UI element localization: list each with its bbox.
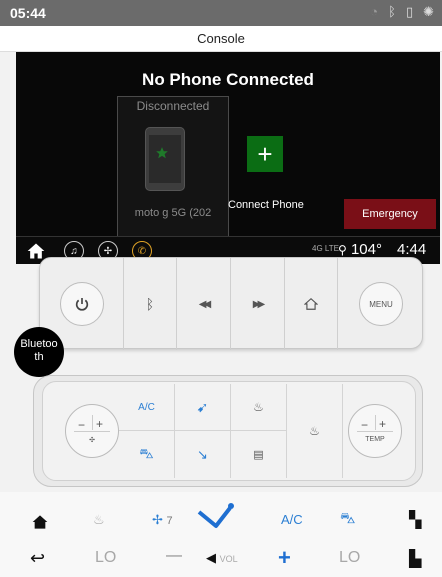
rear-defrost-icon: ▤ [253,449,264,461]
volume-indicator: ◀ VOL [206,550,238,566]
menu-button[interactable]: MENU [338,258,424,350]
add-phone-button[interactable]: + [247,136,283,172]
recirculation-icon[interactable]: ⛍ [340,510,355,529]
phone-device-icon [145,127,185,191]
floor-vent-button[interactable]: ↘ [175,431,231,478]
network-indicator: 4G LTE [312,244,339,253]
next-track-button[interactable]: ▶▶ [231,258,285,350]
music-note-icon: ♫ [70,245,78,257]
status-bar: 05:44 ◔ ᛒ ▯ ✺ [0,0,442,26]
head-unit-clock: 4:44 [397,241,427,258]
right-temperature[interactable]: LO [339,549,360,567]
phone-heading: No Phone Connected [142,70,314,89]
system-bar: ♨ ✢ 7 A/C ⛍ ▚ ↩ LO — ◀ VOL + LO ▙ [0,492,442,577]
back-icon[interactable]: ↩ [30,548,45,569]
tooltip-text: Bluetooth [20,338,58,363]
power-icon [75,298,88,311]
phone-rotate-icon: ▯ [405,4,414,19]
home-outline-icon [304,297,318,310]
volume-up-button[interactable]: + [278,545,291,571]
face-vent-icon: ➹ [196,398,209,415]
temperature-dial[interactable]: − + TEMP [348,404,402,458]
recent-apps-icon[interactable]: ▙ [409,549,421,569]
fan-level: 7 [166,515,173,527]
bluetooth-icon: ᛒ [145,296,155,312]
front-defrost-button[interactable]: ♨ [231,384,287,431]
left-temperature[interactable]: LO [95,549,116,567]
apps-grid-icon[interactable]: ▚ [409,510,421,530]
head-unit-screen: No Phone Connected Disconnected moto g 5… [16,52,440,264]
phone-status: Disconnected [136,99,210,113]
defrost-icon[interactable]: ♨ [93,512,105,528]
car-recirculation-icon: ⛍ [139,445,154,461]
control-panel: ᛒ ◀◀ ▶▶ MENU [39,257,424,350]
phone-name: moto g 5G (202 [134,207,212,219]
fan-speed-dial[interactable]: − + ✣ [65,404,119,458]
phone-card[interactable]: Disconnected moto g 5G (202 [117,96,229,238]
home-panel-button[interactable] [285,258,338,350]
fan-increase-icon: + [96,417,104,431]
fan-icon: ✢ [103,245,113,257]
wifi-icon: ◔ [370,4,379,19]
bluetooth-status-icon: ᛒ [388,4,396,19]
temp-increase-icon: + [379,417,387,431]
page-title: Console [197,31,245,46]
outside-temperature: ⚲ 104° [338,241,382,258]
connect-phone-label: Connect Phone [228,199,304,211]
front-defrost-icon: ♨ [253,400,264,414]
phone-icon: ✆ [137,245,147,257]
brightness-icon: ✺ [423,4,434,19]
ac-toggle[interactable]: A/C [281,512,303,527]
status-icons: ◔ ᛒ ▯ ✺ [370,4,434,20]
star-icon [156,147,168,159]
title-bar: Console [0,26,442,52]
next-track-icon: ▶▶ [252,298,266,310]
speaker-icon: ◀ [206,550,216,565]
climate-panel: − + ✣ A/C ➹ ♨ ⛍ ↘ ▤ ♨ − + TEMP [33,375,423,487]
ac-button[interactable]: A/C [119,384,175,431]
temperature-value: 104° [350,241,382,258]
bluetooth-tooltip: Bluetooth [14,327,64,377]
temp-decrease-icon: − [361,418,369,432]
face-vent-button[interactable]: ➹ [175,384,231,431]
max-defrost-icon: ♨ [309,424,320,438]
previous-track-icon: ◀◀ [198,298,212,310]
fan-speed-indicator[interactable]: ✢ 7 [152,512,173,528]
plus-icon: + [257,139,273,169]
temp-label: TEMP [365,436,385,443]
floor-vent-icon: ↘ [197,446,208,462]
fan-decrease-icon: − [78,418,86,432]
max-defrost-button[interactable]: ♨ [287,384,343,478]
volume-down-button[interactable]: — [166,547,182,565]
airflow-mode-icon[interactable] [196,502,236,534]
menu-label: MENU [369,299,393,309]
home-icon[interactable] [32,514,48,530]
fan-icon: ✢ [152,512,163,527]
ac-label: A/C [138,401,155,413]
volume-label: VOL [219,554,238,564]
emergency-button[interactable]: Emergency [344,199,436,229]
fan-icon: ✣ [89,437,95,444]
bluetooth-button[interactable]: ᛒ [124,258,177,350]
rear-defrost-button[interactable]: ▤ [231,431,287,478]
previous-track-button[interactable]: ◀◀ [177,258,231,350]
status-time: 05:44 [10,5,46,21]
location-pin-icon: ⚲ [338,243,347,257]
recirculation-button[interactable]: ⛍ [119,431,175,478]
